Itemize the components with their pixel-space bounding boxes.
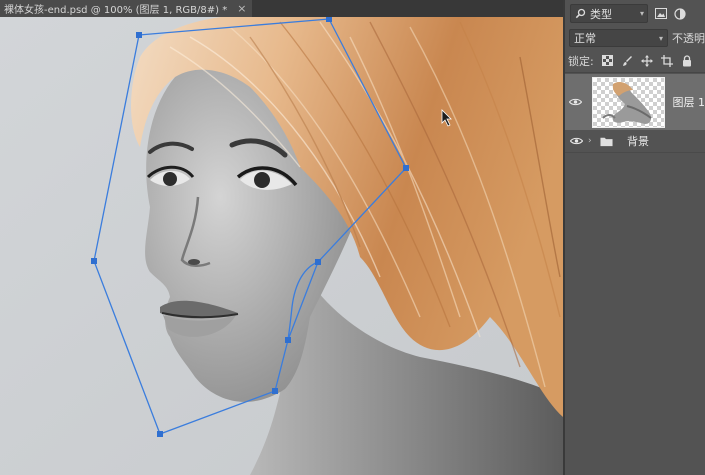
opacity-label: 不透明	[672, 32, 705, 45]
image-filter-icon[interactable]	[654, 7, 667, 20]
blend-mode-row: 正常 ▾ 不透明	[565, 27, 705, 49]
lock-label: 锁定:	[568, 54, 594, 68]
blend-mode-label: 正常	[574, 32, 596, 45]
chevron-down-icon: ▾	[658, 33, 663, 43]
anchor-point[interactable]	[157, 431, 163, 437]
nostril	[188, 259, 200, 265]
lock-move-icon[interactable]	[641, 54, 654, 67]
anchor-point[interactable]	[403, 165, 409, 171]
layers-list-empty-area	[565, 152, 705, 475]
lock-brush-icon[interactable]	[621, 54, 634, 67]
lock-transparent-icon[interactable]	[601, 54, 614, 67]
document-canvas[interactable]	[0, 17, 563, 475]
chevron-down-icon: ▾	[639, 9, 644, 18]
layer-row-layer-1[interactable]: 图层 1	[565, 74, 705, 130]
close-tab-icon[interactable]: ×	[237, 3, 246, 14]
layer-thumbnail	[591, 76, 665, 128]
anchor-point[interactable]	[272, 388, 278, 394]
search-icon	[574, 7, 587, 20]
folder-icon	[600, 135, 613, 148]
lock-artboard-icon[interactable]	[661, 54, 674, 67]
anchor-point[interactable]	[315, 259, 321, 265]
document-tab-title: 裸体女孩-end.psd @ 100% (图层 1, RGB/8#) *	[4, 5, 228, 16]
layers-panel: 类型 ▾ 正常 ▾ 不透明 锁定: 图层 1 › 背景	[563, 0, 705, 475]
layer-filter-label: 类型	[590, 7, 612, 21]
blend-mode-dropdown[interactable]: 正常 ▾	[569, 29, 668, 47]
layer-filter-dropdown[interactable]: 类型 ▾	[570, 4, 648, 23]
layer-row-background[interactable]: › 背景	[565, 130, 705, 152]
lock-all-icon[interactable]	[681, 54, 694, 67]
thumbnail-figure-image	[602, 81, 652, 124]
anchor-point[interactable]	[91, 258, 97, 264]
adjustment-filter-icon[interactable]	[673, 7, 686, 20]
layer-name[interactable]: 图层 1	[673, 94, 705, 110]
visibility-eye-icon[interactable]	[565, 137, 587, 145]
anchor-point[interactable]	[285, 337, 291, 343]
chevron-right-icon[interactable]: ›	[588, 136, 598, 146]
lock-row: 锁定:	[565, 49, 705, 73]
canvas-artwork	[0, 17, 563, 475]
anchor-point[interactable]	[326, 17, 332, 22]
layer-name[interactable]: 背景	[627, 133, 649, 149]
document-tab-bar: 裸体女孩-end.psd @ 100% (图层 1, RGB/8#) * ×	[0, 0, 563, 17]
document-tab[interactable]: 裸体女孩-end.psd @ 100% (图层 1, RGB/8#) * ×	[0, 0, 253, 17]
layer-filter-row: 类型 ▾	[565, 0, 705, 27]
visibility-eye-icon[interactable]	[565, 98, 586, 106]
photoshop-window: 裸体女孩-end.psd @ 100% (图层 1, RGB/8#) * × 类…	[0, 0, 705, 475]
anchor-point[interactable]	[136, 32, 142, 38]
